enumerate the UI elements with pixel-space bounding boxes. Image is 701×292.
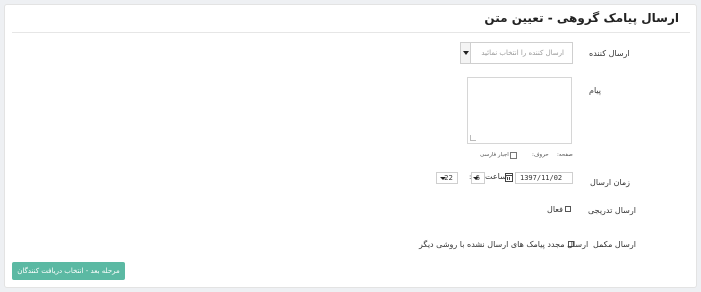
force-persian-label: اجبار فارسی: [480, 152, 509, 158]
time-separator: :: [469, 173, 472, 181]
complete-send-label: ارسال مکمل: [593, 240, 636, 249]
gradual-send-checkbox-label: فعال: [547, 205, 563, 214]
page-count-label: صفحه:: [557, 152, 573, 158]
gradual-send-checkbox[interactable]: [565, 206, 571, 212]
message-label: پیام: [589, 86, 602, 95]
sender-select-placeholder: ارسال کننده را انتخاب نمائید: [481, 49, 564, 57]
hour-select[interactable]: 6: [471, 172, 485, 184]
sender-select[interactable]: ارسال کننده را انتخاب نمائید: [460, 42, 573, 64]
gradual-send-label: ارسال تدریجی: [588, 206, 636, 215]
force-persian-checkbox[interactable]: [510, 152, 517, 159]
next-step-button[interactable]: مرحله بعد - انتخاب دریافت کنندگان: [12, 262, 125, 280]
chevron-down-icon: [440, 177, 446, 180]
sender-label: ارسال کننده: [589, 49, 630, 58]
hour-label: ساعت: [485, 172, 507, 181]
send-time-label: زمان ارسال: [590, 178, 631, 187]
chevron-down-icon: [473, 177, 479, 180]
resize-grip-icon[interactable]: [470, 135, 476, 141]
chevron-down-icon: [463, 51, 469, 55]
complete-send-checkbox-label: ارسال مجدد پیامک های ارسال نشده با روشی …: [419, 240, 589, 249]
title-divider: [12, 32, 690, 33]
minute-select[interactable]: 22: [436, 172, 458, 184]
message-textarea[interactable]: [467, 77, 572, 144]
panel-title: ارسال پیامک گروهی - تعیین متن: [484, 11, 679, 25]
sender-select-toggle[interactable]: [461, 43, 471, 63]
char-count-label: حروف:: [532, 152, 549, 158]
send-date-input[interactable]: 1397/11/02: [515, 172, 573, 184]
